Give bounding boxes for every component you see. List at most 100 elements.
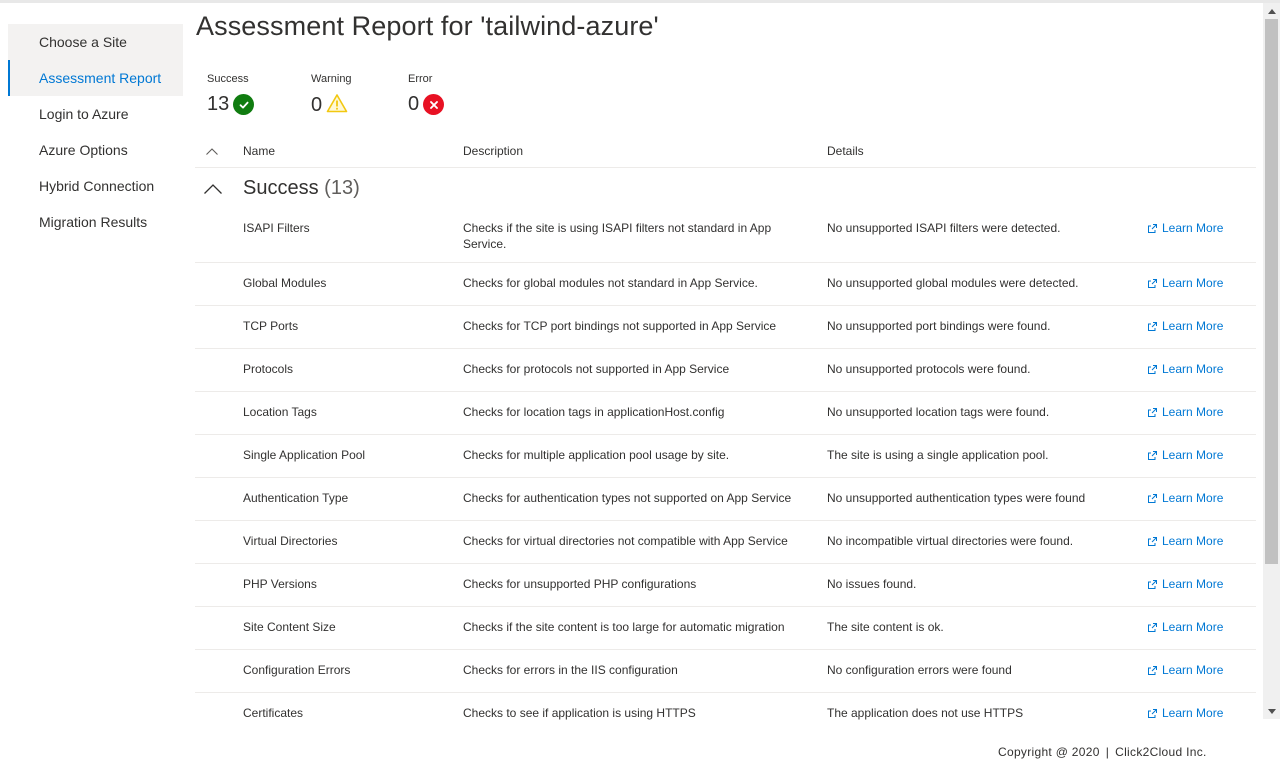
summary-success-label: Success (207, 73, 249, 85)
row-details: The site content is ok. (827, 620, 944, 634)
row-details: The site is using a single application p… (827, 448, 1049, 462)
footer: Copyright @ 2020 | Click2Cloud Inc. (998, 745, 1207, 759)
list-item[interactable]: Certificates Checks to see if application… (195, 693, 1256, 722)
learn-more-link[interactable]: Learn More (1147, 533, 1223, 549)
column-header-name[interactable]: Name (243, 144, 275, 158)
external-link-icon (1147, 407, 1160, 418)
learn-more-link[interactable]: Learn More (1147, 705, 1223, 721)
summary-error: Error 0 (408, 73, 468, 118)
row-description: Checks for authentication types not supp… (463, 491, 792, 505)
external-link-icon (1147, 321, 1160, 332)
learn-more-link[interactable]: Learn More (1147, 404, 1223, 420)
list-item[interactable]: TCP Ports Checks for TCP port bindings no… (195, 306, 1256, 349)
row-name: Configuration Errors (243, 663, 351, 677)
learn-more-link[interactable]: Learn More (1147, 220, 1223, 236)
external-link-icon (1147, 493, 1160, 504)
list-item[interactable]: Virtual Directories Checks for virtual di… (195, 521, 1256, 564)
sidebar-item-login-to-azure[interactable]: Login to Azure (8, 96, 183, 132)
list-item[interactable]: Single Application Pool Checks for multip… (195, 435, 1256, 478)
row-description: Checks for location tags in applicationH… (463, 405, 725, 419)
row-details: No unsupported protocols were found. (827, 362, 1031, 376)
learn-more-label: Learn More (1162, 534, 1224, 548)
footer-separator: | (1105, 745, 1110, 759)
row-details: No incompatible virtual directories were… (827, 534, 1074, 548)
sidebar-item-migration-results[interactable]: Migration Results (8, 204, 183, 240)
column-header-description[interactable]: Description (463, 144, 523, 158)
learn-more-label: Learn More (1162, 362, 1224, 376)
list-item[interactable]: Site Content Size Checks if the site cont… (195, 607, 1256, 650)
sidebar-item-hybrid-connection[interactable]: Hybrid Connection (8, 168, 183, 204)
vertical-scrollbar[interactable] (1263, 3, 1280, 719)
external-link-icon (1147, 364, 1160, 375)
row-name: Site Content Size (243, 620, 336, 634)
page-title: Assessment Report for 'tailwind-azure' (196, 11, 659, 41)
external-link-icon (1147, 579, 1160, 590)
row-description: Checks to see if application is using HT… (463, 706, 696, 720)
row-details: No unsupported ISAPI filters were detect… (827, 221, 1061, 235)
sidebar-item-assessment-report[interactable]: Assessment Report (8, 60, 183, 96)
row-description: Checks for TCP port bindings not support… (463, 319, 777, 333)
learn-more-label: Learn More (1162, 491, 1224, 505)
footer-copyright: Copyright @ 2020 (998, 745, 1100, 759)
learn-more-link[interactable]: Learn More (1147, 318, 1223, 334)
sidebar-item-choose-a-site[interactable]: Choose a Site (8, 24, 183, 60)
scrollbar-thumb[interactable] (1265, 19, 1278, 564)
collapse-all-chevron-icon[interactable] (205, 145, 219, 159)
external-link-icon (1147, 278, 1160, 289)
row-details: No issues found. (827, 577, 917, 591)
list-item[interactable]: Configuration Errors Checks for errors in… (195, 650, 1256, 693)
row-description: Checks for global modules not standard i… (463, 276, 758, 290)
summary-counts: Success 13 Warning 0 Error 0 (207, 73, 468, 118)
group-header-success[interactable]: Success (13) (195, 172, 1256, 208)
learn-more-label: Learn More (1162, 448, 1224, 462)
learn-more-link[interactable]: Learn More (1147, 447, 1223, 463)
row-description: Checks for unsupported PHP configuration… (463, 577, 697, 591)
row-description: Checks for protocols not supported in Ap… (463, 362, 730, 376)
learn-more-label: Learn More (1162, 319, 1224, 333)
summary-success-count: 13 (207, 93, 230, 115)
sidebar-item-azure-options[interactable]: Azure Options (8, 132, 183, 168)
learn-more-label: Learn More (1162, 577, 1224, 591)
list-item[interactable]: ISAPI Filters Checks if the site is using… (195, 208, 1256, 263)
learn-more-link[interactable]: Learn More (1147, 490, 1223, 506)
row-name: PHP Versions (243, 577, 317, 591)
row-description: Checks if the site is using ISAPI filter… (463, 221, 772, 251)
row-name: Authentication Type (243, 491, 349, 505)
row-name: Global Modules (243, 276, 327, 290)
list-item[interactable]: PHP Versions Checks for unsupported PHP c… (195, 564, 1256, 607)
learn-more-link[interactable]: Learn More (1147, 662, 1223, 678)
main-content: Assessment Report for 'tailwind-azure' S… (195, 0, 1256, 722)
learn-more-link[interactable]: Learn More (1147, 361, 1223, 377)
external-link-icon (1147, 536, 1160, 547)
column-header-details[interactable]: Details (827, 144, 864, 158)
row-name: Protocols (243, 362, 294, 376)
results-list: ISAPI Filters Checks if the site is using… (195, 208, 1256, 722)
learn-more-link[interactable]: Learn More (1147, 576, 1223, 592)
list-item[interactable]: Authentication Type Checks for authentica… (195, 478, 1256, 521)
summary-warning-label: Warning (311, 73, 352, 85)
warning-icon (326, 93, 348, 118)
row-name: Certificates (243, 706, 304, 720)
scroll-down-arrow-icon[interactable] (1263, 703, 1280, 719)
learn-more-label: Learn More (1162, 620, 1224, 634)
collapse-group-chevron-icon[interactable] (203, 182, 223, 200)
list-item[interactable]: Protocols Checks for protocols not suppor… (195, 349, 1256, 392)
list-item[interactable]: Location Tags Checks for location tags in… (195, 392, 1256, 435)
check-circle-icon (233, 94, 255, 115)
summary-warning-count: 0 (311, 94, 323, 116)
summary-success: Success 13 (207, 73, 311, 118)
learn-more-link[interactable]: Learn More (1147, 275, 1223, 291)
row-description: Checks for multiple application pool usa… (463, 448, 730, 462)
group-title: Success (13) (243, 177, 360, 199)
row-description: Checks if the site content is too large … (463, 620, 785, 634)
learn-more-label: Learn More (1162, 663, 1224, 677)
list-item[interactable]: Global Modules Checks for global modules … (195, 263, 1256, 306)
row-name: TCP Ports (243, 319, 299, 333)
row-name: Single Application Pool (243, 448, 366, 462)
footer-company: Click2Cloud Inc. (1115, 745, 1207, 759)
summary-warning: Warning 0 (311, 73, 408, 118)
row-details: The application does not use HTTPS (827, 706, 1024, 720)
learn-more-link[interactable]: Learn More (1147, 619, 1223, 635)
external-link-icon (1147, 450, 1160, 461)
scroll-up-arrow-icon[interactable] (1263, 3, 1280, 19)
